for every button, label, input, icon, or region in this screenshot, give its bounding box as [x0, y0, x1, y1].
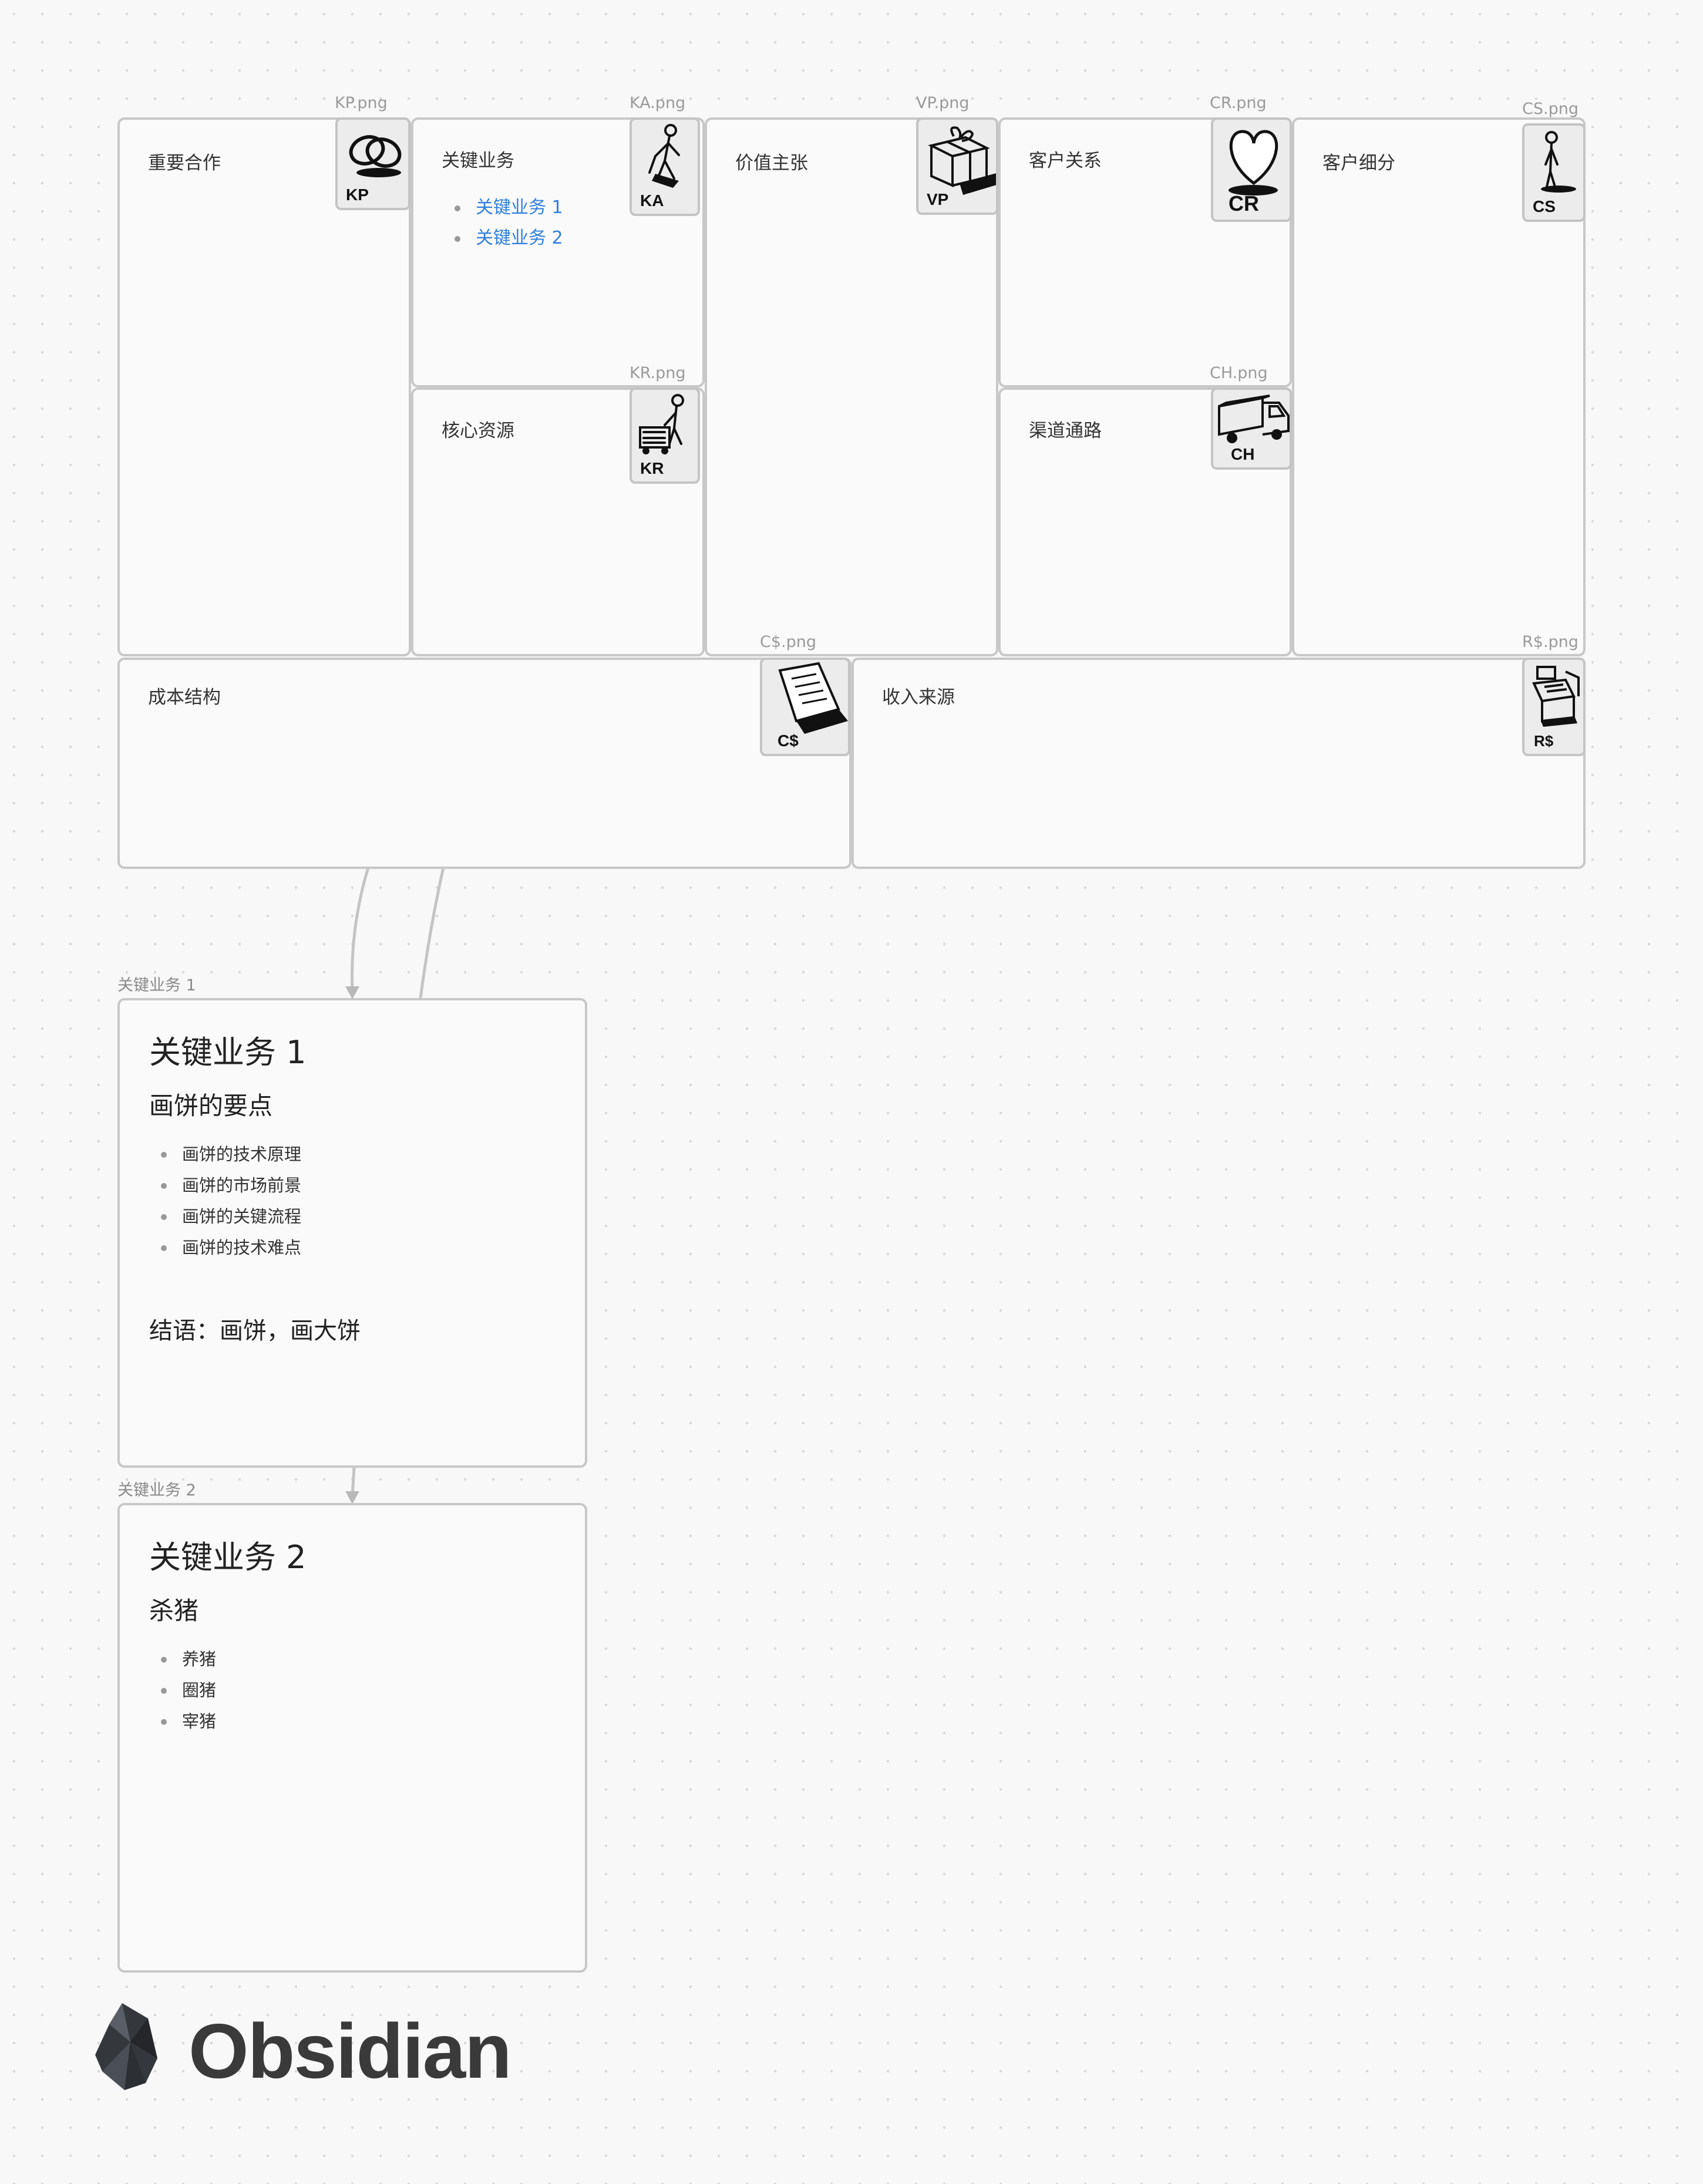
icon-card-cs[interactable]: CS	[1522, 123, 1586, 222]
edge-cost-to-note1	[351, 867, 370, 992]
block-cost-structure[interactable]: 成本结构	[117, 658, 852, 869]
icon-card-ch[interactable]: CH	[1211, 387, 1292, 470]
block-title: 价值主张	[735, 153, 808, 174]
file-label-cr: CR.png	[1210, 94, 1267, 112]
file-label-cost: C$.png	[760, 633, 817, 651]
file-label-rev: R$.png	[1522, 633, 1579, 651]
block-title: 关键业务	[442, 150, 514, 171]
file-label-kp: KP.png	[335, 94, 388, 112]
block-title: 客户关系	[1029, 150, 1102, 171]
block-title: 成本结构	[148, 687, 221, 708]
note-key-activity-1[interactable]: 关键业务 1 画饼的要点 画饼的技术原理 画饼的市场前景 画饼的关键流程 画饼的…	[117, 998, 587, 1468]
icon-card-vp[interactable]: VP	[916, 117, 998, 215]
block-revenue-streams[interactable]: 收入来源	[852, 658, 1586, 869]
file-label-kr: KR.png	[630, 364, 686, 382]
note-key-activity-2[interactable]: 关键业务 2 杀猪 养猪 圈猪 宰猪	[117, 1503, 587, 1973]
link-key-activity-2[interactable]: 关键业务 2	[455, 223, 563, 254]
note-subheading: 画饼的要点	[149, 1091, 273, 1120]
icon-code: CS	[1533, 197, 1556, 215]
icon-code: CH	[1231, 445, 1255, 463]
note-list: 养猪 圈猪 宰猪	[161, 1644, 216, 1737]
key-activities-link-list: 关键业务 1 关键业务 2	[455, 193, 563, 254]
link-key-activity-1[interactable]: 关键业务 1	[455, 193, 563, 223]
icon-card-kr[interactable]: KR	[630, 387, 700, 484]
note-heading: 关键业务 2	[149, 1539, 307, 1576]
note-list: 画饼的技术原理 画饼的市场前景 画饼的关键流程 画饼的技术难点	[161, 1139, 301, 1263]
block-title: 渠道通路	[1029, 420, 1102, 441]
note-subheading: 杀猪	[149, 1596, 199, 1625]
note-label: 关键业务 2	[117, 1481, 196, 1499]
block-title: 客户细分	[1322, 153, 1395, 174]
list-item: 宰猪	[161, 1706, 216, 1737]
edge-cost-to-note1-b	[419, 867, 445, 999]
icon-code: KA	[640, 191, 664, 210]
icon-code: KR	[640, 459, 664, 477]
brand-logo: Obsidian	[92, 1996, 573, 2102]
block-title: 重要合作	[148, 153, 221, 174]
block-title: 收入来源	[882, 687, 955, 708]
arrowhead-note1	[345, 986, 359, 999]
note-label: 关键业务 1	[117, 976, 196, 995]
icon-code: CR	[1229, 191, 1259, 215]
file-label-ka: KA.png	[630, 94, 686, 112]
note-conclusion: 结语：画饼，画大饼	[149, 1317, 361, 1344]
arrowhead-note2	[345, 1491, 359, 1504]
document-icon	[778, 662, 848, 734]
icon-card-cr[interactable]: CR	[1211, 117, 1292, 222]
icon-card-kp[interactable]: KP	[335, 117, 410, 210]
list-item: 画饼的技术原理	[161, 1139, 301, 1170]
obsidian-logo-icon	[95, 2003, 157, 2090]
icon-code: KP	[346, 186, 369, 204]
list-item: 养猪	[161, 1644, 216, 1675]
file-label-cs: CS.png	[1522, 100, 1579, 118]
note-heading: 关键业务 1	[149, 1034, 307, 1071]
icon-card-cost[interactable]: C$	[760, 658, 850, 756]
block-title: 核心资源	[442, 420, 514, 441]
icon-card-rev[interactable]: R$	[1522, 658, 1586, 756]
list-item: 画饼的市场前景	[161, 1170, 301, 1201]
list-item: 画饼的技术难点	[161, 1232, 301, 1263]
list-item: 画饼的关键流程	[161, 1201, 301, 1232]
file-label-ch: CH.png	[1210, 364, 1268, 382]
icon-code: C$	[778, 732, 799, 750]
list-item: 圈猪	[161, 1675, 216, 1706]
file-label-vp: VP.png	[916, 94, 970, 112]
icon-card-ka[interactable]: KA	[630, 117, 700, 216]
brand-name: Obsidian	[189, 2008, 512, 2094]
icon-code: R$	[1534, 732, 1554, 750]
icon-code: VP	[927, 190, 949, 208]
